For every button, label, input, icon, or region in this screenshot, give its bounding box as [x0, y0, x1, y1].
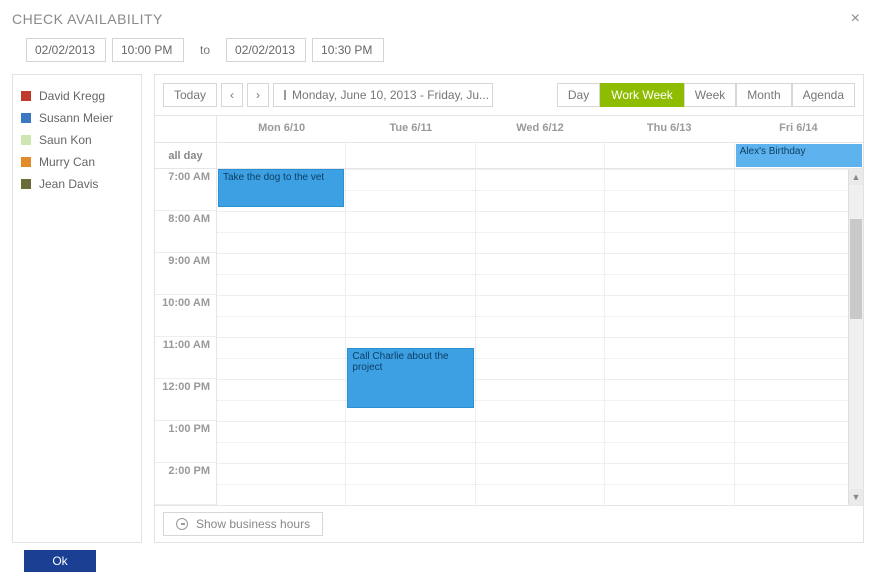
- time-label: 10:00 AM: [155, 295, 216, 337]
- date-range-row: to: [12, 36, 864, 74]
- ok-button[interactable]: Ok: [24, 550, 96, 572]
- person-name: Susann Meier: [39, 111, 113, 125]
- time-label: 1:00 PM: [155, 421, 216, 463]
- person-color-swatch: [21, 157, 31, 167]
- from-date-input[interactable]: [26, 38, 106, 62]
- calendar-toolbar: Today ‹ › Monday, June 10, 2013 - Friday…: [155, 75, 863, 115]
- view-tab-month[interactable]: Month: [736, 83, 791, 107]
- close-icon[interactable]: ×: [847, 10, 864, 28]
- allday-cell[interactable]: [605, 143, 734, 168]
- allday-cell[interactable]: [217, 143, 346, 168]
- view-tab-day[interactable]: Day: [557, 83, 600, 107]
- view-tab-workweek[interactable]: Work Week: [600, 83, 684, 107]
- person-color-swatch: [21, 179, 31, 189]
- day-header-row: Mon 6/10Tue 6/11Wed 6/12Thu 6/13Fri 6/14: [155, 116, 863, 143]
- view-tab-week[interactable]: Week: [684, 83, 736, 107]
- person-name: Murry Can: [39, 155, 95, 169]
- day-column[interactable]: [735, 169, 863, 505]
- today-button[interactable]: Today: [163, 83, 217, 107]
- day-column[interactable]: [605, 169, 734, 505]
- day-header: Tue 6/11: [346, 116, 475, 142]
- calendar-event[interactable]: Take the dog to the vet: [218, 169, 344, 207]
- people-panel: David Kregg Susann Meier Saun Kon Murry Can…: [12, 74, 142, 543]
- business-hours-button[interactable]: Show business hours: [163, 512, 323, 536]
- scroll-thumb[interactable]: [850, 219, 862, 319]
- scroll-up-icon[interactable]: ▲: [849, 169, 863, 185]
- business-hours-label: Show business hours: [196, 517, 310, 531]
- day-column[interactable]: Take the dog to the vet: [217, 169, 346, 505]
- time-label: 11:00 AM: [155, 337, 216, 379]
- person-item[interactable]: David Kregg: [21, 85, 133, 107]
- day-header: Thu 6/13: [605, 116, 734, 142]
- allday-cell[interactable]: Alex's Birthday: [735, 143, 863, 168]
- time-label: 12:00 PM: [155, 379, 216, 421]
- to-label: to: [190, 43, 220, 57]
- date-range-display[interactable]: Monday, June 10, 2013 - Friday, Ju...: [273, 83, 493, 107]
- time-label: 2:00 PM: [155, 463, 216, 505]
- day-header: Fri 6/14: [734, 116, 863, 142]
- next-button[interactable]: ›: [247, 83, 269, 107]
- person-item[interactable]: Jean Davis: [21, 173, 133, 195]
- from-time-input[interactable]: [112, 38, 184, 62]
- scrollbar[interactable]: ▲ ▼: [848, 169, 863, 505]
- clock-icon: [176, 518, 188, 530]
- prev-button[interactable]: ‹: [221, 83, 243, 107]
- day-header: Mon 6/10: [217, 116, 346, 142]
- time-label: 7:00 AM: [155, 169, 216, 211]
- person-color-swatch: [21, 113, 31, 123]
- window-title: CHECK AVAILABILITY: [12, 11, 163, 27]
- time-label: 9:00 AM: [155, 253, 216, 295]
- person-item[interactable]: Saun Kon: [21, 129, 133, 151]
- person-color-swatch: [21, 135, 31, 145]
- calendar-icon: [284, 90, 286, 100]
- allday-event[interactable]: Alex's Birthday: [736, 144, 862, 167]
- person-item[interactable]: Susann Meier: [21, 107, 133, 129]
- to-time-input[interactable]: [312, 38, 384, 62]
- date-range-text: Monday, June 10, 2013 - Friday, Ju...: [292, 88, 489, 102]
- day-column[interactable]: Call Charlie about the project: [346, 169, 475, 505]
- time-grid-scroll[interactable]: 7:00 AM8:00 AM9:00 AM10:00 AM11:00 AM12:…: [155, 169, 863, 505]
- person-name: Saun Kon: [39, 133, 92, 147]
- to-date-input[interactable]: [226, 38, 306, 62]
- view-tabs: DayWork WeekWeekMonthAgenda: [557, 83, 855, 107]
- allday-label: all day: [155, 143, 217, 168]
- scroll-down-icon[interactable]: ▼: [849, 489, 863, 505]
- allday-row: all day Alex's Birthday: [155, 143, 863, 169]
- person-item[interactable]: Murry Can: [21, 151, 133, 173]
- time-label: 8:00 AM: [155, 211, 216, 253]
- person-color-swatch: [21, 91, 31, 101]
- view-tab-agenda[interactable]: Agenda: [792, 83, 855, 107]
- calendar-panel: Today ‹ › Monday, June 10, 2013 - Friday…: [154, 74, 864, 543]
- calendar-event[interactable]: Call Charlie about the project: [347, 348, 473, 408]
- person-name: Jean Davis: [39, 177, 98, 191]
- person-name: David Kregg: [39, 89, 105, 103]
- day-column[interactable]: [476, 169, 605, 505]
- allday-cell[interactable]: [346, 143, 475, 168]
- allday-cell[interactable]: [476, 143, 605, 168]
- day-header: Wed 6/12: [475, 116, 604, 142]
